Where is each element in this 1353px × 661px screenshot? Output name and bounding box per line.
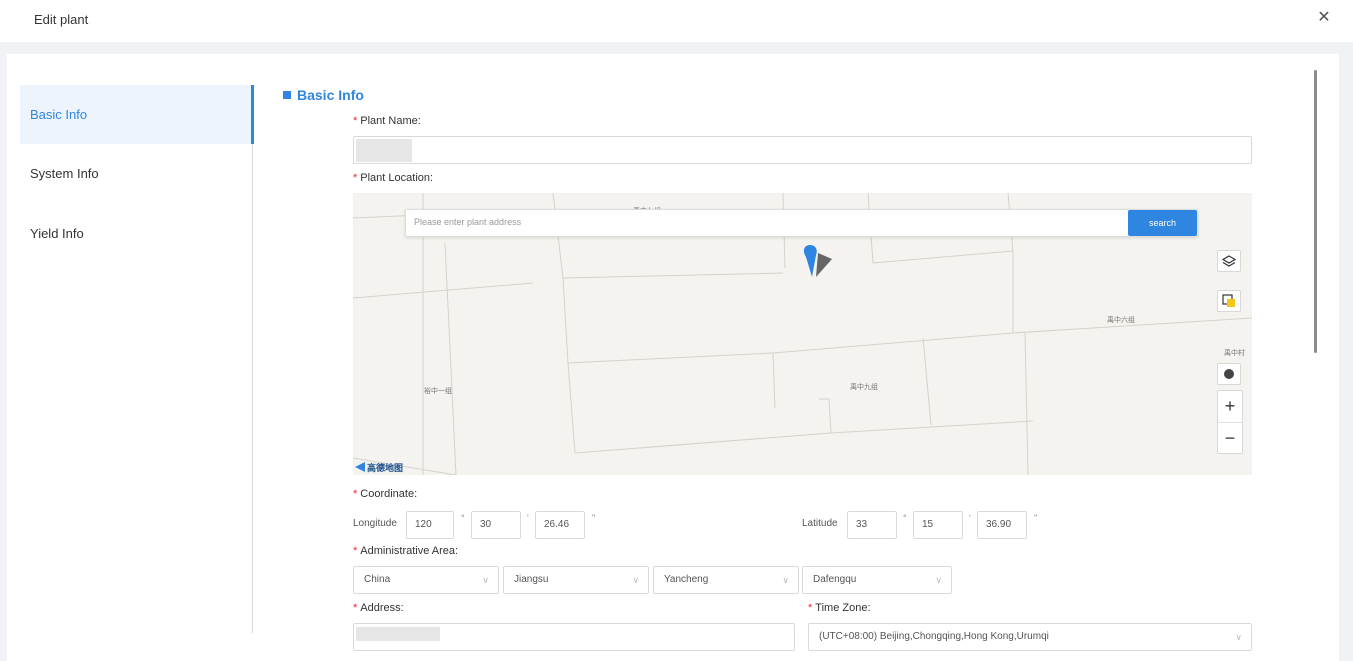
required-mark: * bbox=[353, 115, 358, 127]
timezone-value: (UTC+08:00) Beijing,Chongqing,Hong Kong,… bbox=[819, 631, 1049, 642]
redacted-plant-name bbox=[356, 139, 412, 162]
second-symbol: " bbox=[1034, 513, 1038, 523]
section-title: Basic Info bbox=[283, 87, 364, 103]
plant-location-label: * Plant Location: bbox=[353, 172, 433, 184]
chevron-down-icon: ∨ bbox=[482, 575, 489, 585]
timezone-select[interactable]: (UTC+08:00) Beijing,Chongqing,Hong Kong,… bbox=[808, 623, 1252, 651]
sidebar-item-basic-info[interactable]: Basic Info bbox=[20, 85, 253, 144]
longitude-label: Longitude bbox=[353, 518, 397, 529]
plant-name-label: * Plant Name: bbox=[353, 115, 421, 127]
district-value: Dafengqu bbox=[813, 574, 857, 585]
section-title-text: Basic Info bbox=[297, 87, 364, 103]
chevron-down-icon: ∨ bbox=[935, 575, 942, 585]
minute-symbol: ' bbox=[969, 513, 971, 523]
sidebar-divider bbox=[252, 85, 253, 633]
latitude-label: Latitude bbox=[802, 518, 838, 529]
second-symbol: " bbox=[592, 513, 596, 523]
timezone-label: * Time Zone: bbox=[808, 602, 871, 614]
latitude-seconds-input[interactable]: 36.90 bbox=[977, 511, 1027, 539]
latitude-minutes-input[interactable]: 15 bbox=[913, 511, 963, 539]
province-select[interactable]: Jiangsu ∨ bbox=[503, 566, 649, 594]
province-value: Jiangsu bbox=[514, 574, 549, 585]
plant-location-label-text: Plant Location: bbox=[360, 172, 434, 184]
latitude-degrees-input[interactable]: 33 bbox=[847, 511, 897, 539]
plant-name-input[interactable] bbox=[353, 136, 1252, 164]
map-logo-text: 高德地图 bbox=[367, 463, 404, 473]
sidebar-item-yield-info[interactable]: Yield Info bbox=[20, 204, 253, 263]
location-pin-icon[interactable] bbox=[800, 245, 836, 281]
sidebar-item-system-info[interactable]: System Info bbox=[20, 144, 253, 203]
required-mark: * bbox=[353, 602, 358, 614]
coordinate-label: * Coordinate: bbox=[353, 488, 417, 500]
city-select[interactable]: Yancheng ∨ bbox=[653, 566, 799, 594]
chevron-down-icon: ∨ bbox=[1235, 632, 1242, 642]
admin-area-label-text: Administrative Area: bbox=[360, 545, 459, 557]
zoom-control: + − bbox=[1217, 390, 1243, 454]
zoom-out-icon[interactable]: − bbox=[1218, 422, 1242, 453]
locate-icon[interactable] bbox=[1217, 363, 1241, 385]
longitude-degrees-input[interactable]: 120 bbox=[406, 511, 454, 539]
country-select[interactable]: China ∨ bbox=[353, 566, 499, 594]
chevron-down-icon: ∨ bbox=[632, 575, 639, 585]
zoom-in-icon[interactable]: + bbox=[1218, 391, 1242, 422]
degree-symbol: ° bbox=[903, 513, 907, 523]
plant-name-label-text: Plant Name: bbox=[360, 115, 421, 127]
satellite-icon[interactable] bbox=[1217, 290, 1241, 312]
map-place-label: 裕中一组 bbox=[424, 388, 452, 395]
close-icon[interactable]: ✕ bbox=[1316, 10, 1332, 26]
required-mark: * bbox=[353, 172, 358, 184]
chevron-down-icon: ∨ bbox=[782, 575, 789, 585]
address-label-text: Address: bbox=[360, 602, 404, 614]
map-provider-logo: 高德地图 bbox=[355, 461, 403, 474]
required-mark: * bbox=[353, 545, 358, 557]
required-mark: * bbox=[808, 602, 813, 614]
country-value: China bbox=[364, 574, 391, 585]
sidebar-active-indicator bbox=[251, 85, 254, 144]
admin-area-label: * Administrative Area: bbox=[353, 545, 458, 557]
city-value: Yancheng bbox=[664, 574, 709, 585]
map-search-bar: Please enter plant address search bbox=[405, 209, 1198, 237]
coordinate-label-text: Coordinate: bbox=[360, 488, 418, 500]
redacted-address bbox=[356, 627, 440, 641]
map-place-label: 禹中九组 bbox=[850, 384, 878, 391]
map-logo-mark bbox=[355, 462, 365, 472]
modal-title: Edit plant bbox=[34, 12, 89, 27]
map-place-label: 禹中六组 bbox=[1107, 317, 1135, 324]
district-select[interactable]: Dafengqu ∨ bbox=[802, 566, 952, 594]
map-search-button[interactable]: search bbox=[1128, 210, 1197, 236]
minute-symbol: ' bbox=[527, 513, 529, 523]
map-view[interactable]: 禹中七组 禹中六组 禹中村 禹中九组 裕中一组 Please enter pla… bbox=[353, 193, 1252, 475]
longitude-minutes-input[interactable]: 30 bbox=[471, 511, 521, 539]
layers-icon[interactable] bbox=[1217, 250, 1241, 272]
scrollbar[interactable] bbox=[1314, 70, 1317, 353]
map-search-input[interactable]: Please enter plant address bbox=[414, 217, 521, 227]
required-mark: * bbox=[353, 488, 358, 500]
modal-header: Edit plant ✕ bbox=[0, 0, 1353, 42]
longitude-seconds-input[interactable]: 26.46 bbox=[535, 511, 585, 539]
map-place-label: 禹中村 bbox=[1224, 350, 1245, 357]
address-label: * Address: bbox=[353, 602, 404, 614]
modal-body: Basic Info System Info Yield Info Basic … bbox=[7, 54, 1339, 661]
timezone-label-text: Time Zone: bbox=[815, 602, 871, 614]
section-marker bbox=[283, 91, 291, 99]
degree-symbol: ° bbox=[461, 513, 465, 523]
